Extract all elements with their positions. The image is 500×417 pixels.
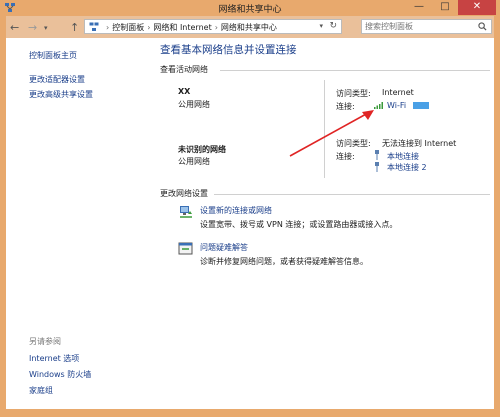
close-button[interactable]: ✕: [458, 0, 496, 15]
change-settings-header: 更改网络设置: [160, 189, 208, 198]
network-type-link[interactable]: 公用网络: [178, 156, 210, 167]
window: 网络和共享中心 — □ ✕ ← → ▾ ↑ › 控制面板 › 网络和 Internet…: [0, 0, 500, 417]
network-icon: [89, 22, 99, 31]
network-type-link[interactable]: 公用网络: [178, 99, 210, 110]
see-also-internet-options[interactable]: Internet 选项: [29, 353, 79, 364]
setup-new-connection-description: 设置宽带、拨号或 VPN 连接；或设置路由器或接入点。: [200, 220, 398, 229]
wifi-connection-link[interactable]: Wi-Fi: [387, 101, 406, 110]
active-networks-header: 查看活动网络: [160, 65, 208, 74]
breadcrumb-chevron-icon[interactable]: ›: [215, 23, 218, 32]
sidebar-control-panel-home[interactable]: 控制面板主页: [29, 50, 77, 61]
breadcrumb-chevron-icon: ›: [106, 23, 110, 32]
breadcrumb-control-panel[interactable]: 控制面板: [112, 23, 144, 32]
forward-arrow-icon[interactable]: →: [28, 21, 37, 34]
ethernet-icon: [375, 162, 379, 172]
address-dropdown-icon[interactable]: ▾: [319, 22, 323, 30]
access-type-value: Internet: [382, 88, 414, 97]
search-input[interactable]: [365, 21, 475, 32]
search-box[interactable]: [361, 19, 492, 34]
recent-pages-chevron-icon[interactable]: ▾: [44, 24, 48, 32]
troubleshoot-problems-link[interactable]: 问题疑难解答: [200, 242, 248, 253]
breadcrumb-network-sharing-center[interactable]: 网络和共享中心: [221, 23, 277, 32]
svg-text:经验: 经验: [454, 386, 476, 400]
main-panel: 查看基本网络信息并设置连接 查看活动网络 XX 公用网络 访问类型: Inter…: [160, 38, 494, 409]
setup-new-connection-link[interactable]: 设置新的连接或网络: [200, 205, 272, 216]
baidu-watermark-logo: Bai 经验: [396, 381, 476, 402]
minimize-button[interactable]: —: [406, 0, 432, 15]
up-arrow-icon[interactable]: ↑: [70, 21, 79, 34]
local-connection-link[interactable]: 本地连接: [387, 151, 419, 162]
address-bar[interactable]: › 控制面板 › 网络和 Internet › 网络和共享中心 ▾ ↻: [84, 19, 342, 34]
divider: [214, 194, 490, 195]
network-name: 未识别的网络: [178, 145, 226, 154]
address-bar-area: ← → ▾ ↑ › 控制面板 › 网络和 Internet › 网络和共享中心 ▾ ↻: [6, 16, 494, 38]
sidebar-change-advanced-sharing[interactable]: 更改高级共享设置: [29, 89, 93, 100]
new-connection-icon: [180, 206, 192, 218]
content-area: 控制面板主页 更改适配器设置 更改高级共享设置 另请参阅 Internet 选项…: [6, 38, 494, 409]
see-also-windows-firewall[interactable]: Windows 防火墙: [29, 369, 91, 380]
troubleshoot-description: 诊断并修复网络问题，或者获得疑难解答信息。: [200, 257, 368, 266]
breadcrumb: › 控制面板 › 网络和 Internet › 网络和共享中心: [103, 22, 277, 33]
see-also-label: 另请参阅: [29, 337, 61, 346]
annotation-arrow: [289, 110, 374, 157]
network-name: XX: [178, 87, 191, 96]
local-connection-2-link[interactable]: 本地连接 2: [387, 162, 427, 173]
wifi-status-indicator: [413, 102, 429, 109]
sidebar-change-adapter-settings[interactable]: 更改适配器设置: [29, 74, 85, 85]
back-arrow-icon[interactable]: ←: [10, 21, 19, 34]
maximize-button[interactable]: □: [432, 0, 458, 15]
search-icon[interactable]: [478, 22, 487, 31]
access-type-value: 无法连接到 Internet: [382, 139, 457, 148]
title-bar: 网络和共享中心 — □ ✕: [0, 0, 500, 16]
svg-text:Bai: Bai: [396, 381, 424, 402]
see-also-homegroup[interactable]: 家庭组: [29, 385, 53, 396]
divider: [220, 70, 490, 71]
troubleshoot-icon: [178, 242, 193, 255]
page-title: 查看基本网络信息并设置连接: [160, 44, 297, 56]
access-type-label: 访问类型:: [336, 89, 371, 98]
breadcrumb-network-internet[interactable]: 网络和 Internet: [153, 23, 211, 32]
refresh-icon[interactable]: ↻: [329, 21, 337, 31]
breadcrumb-chevron-icon[interactable]: ›: [147, 23, 150, 32]
sidebar: 控制面板主页 更改适配器设置 更改高级共享设置 另请参阅 Internet 选项…: [6, 38, 146, 409]
